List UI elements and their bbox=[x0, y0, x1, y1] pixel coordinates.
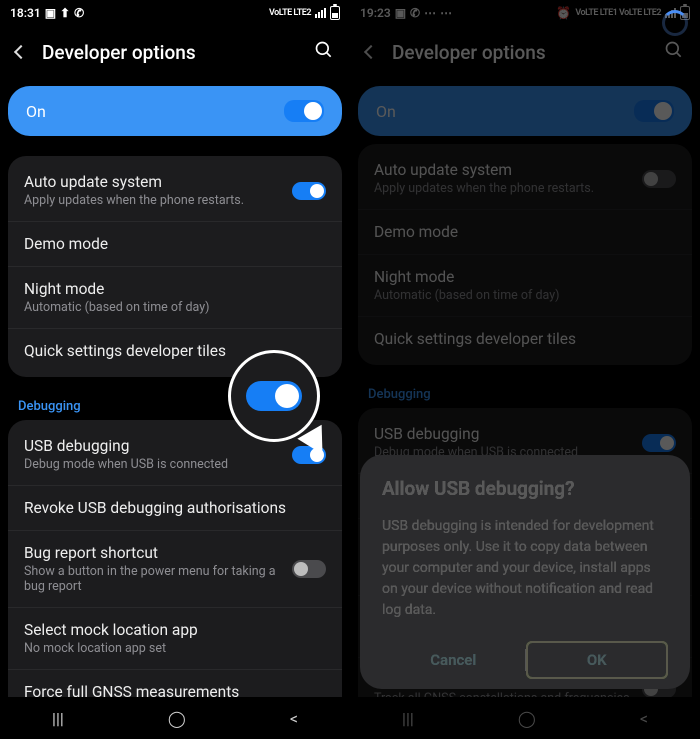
row-bug-report-shortcut[interactable]: Bug report shortcut Show a button in the… bbox=[8, 531, 342, 608]
row-label: Demo mode bbox=[24, 235, 318, 253]
settings-section-1: Auto update system Apply updates when th… bbox=[358, 144, 692, 365]
nav-home-icon[interactable]: ◯ bbox=[518, 709, 536, 728]
signal-icon bbox=[315, 8, 326, 18]
row-label: Quick settings developer tiles bbox=[374, 330, 668, 348]
cancel-button[interactable]: Cancel bbox=[382, 641, 525, 679]
status-bar: 19:23 ▣ ✆ ⋯ ⋯ ⏰ VoLTE LTE1 VoLTE LTE2 bbox=[350, 0, 700, 26]
back-icon[interactable] bbox=[14, 45, 28, 59]
toggle-auto-update[interactable] bbox=[642, 170, 676, 188]
loading-spinner-icon bbox=[662, 10, 688, 36]
row-sub: Apply updates when the phone restarts. bbox=[24, 193, 284, 208]
row-demo-mode[interactable]: Demo mode bbox=[8, 222, 342, 267]
page-title: Developer options bbox=[42, 41, 298, 64]
ok-button[interactable]: OK bbox=[526, 641, 669, 679]
network-label: VoLTE LTE2 bbox=[269, 8, 311, 18]
gallery-icon: ▣ bbox=[395, 6, 406, 20]
row-auto-update[interactable]: Auto update system Apply updates when th… bbox=[8, 160, 342, 222]
mms-icon: ⋯ bbox=[424, 6, 436, 20]
row-quick-settings-tiles[interactable]: Quick settings developer tiles bbox=[358, 317, 692, 361]
row-auto-update[interactable]: Auto update system Apply updates when th… bbox=[358, 148, 692, 210]
master-toggle-row[interactable]: On bbox=[8, 86, 342, 136]
master-toggle[interactable] bbox=[284, 100, 324, 122]
screenshot-left: 18:31 ▣ ⬆ ✆ VoLTE LTE2 Developer options… bbox=[0, 0, 350, 739]
status-time: 18:31 bbox=[10, 6, 41, 20]
row-label: Auto update system bbox=[24, 173, 284, 191]
row-sub: No mock location app set bbox=[24, 641, 318, 656]
section-heading-debugging: Debugging bbox=[350, 365, 700, 408]
whatsapp-icon: ✆ bbox=[74, 6, 84, 20]
row-label: Revoke USB debugging authorisations bbox=[24, 499, 318, 517]
row-label: Demo mode bbox=[374, 223, 668, 241]
row-label: Auto update system bbox=[374, 161, 634, 179]
dialog-actions: Cancel OK bbox=[382, 641, 668, 679]
dialog-body: USB debugging is intended for developmen… bbox=[382, 516, 668, 621]
nav-recents-icon[interactable]: ||| bbox=[52, 709, 64, 728]
row-label: Select mock location app bbox=[24, 621, 318, 639]
master-toggle-label: On bbox=[26, 102, 46, 121]
row-night-mode[interactable]: Night mode Automatic (based on time of d… bbox=[8, 267, 342, 329]
screenshot-right: 19:23 ▣ ✆ ⋯ ⋯ ⏰ VoLTE LTE1 VoLTE LTE2 De… bbox=[350, 0, 700, 739]
magnifier-callout bbox=[228, 350, 320, 442]
row-label: Night mode bbox=[24, 280, 318, 298]
header: Developer options bbox=[0, 26, 350, 82]
search-icon[interactable] bbox=[664, 40, 684, 64]
network-label: VoLTE LTE1 VoLTE LTE2 bbox=[575, 8, 661, 18]
nav-recents-icon[interactable]: ||| bbox=[402, 709, 414, 728]
usb-debugging-dialog: Allow USB debugging? USB debugging is in… bbox=[360, 455, 690, 689]
whatsapp-icon: ✆ bbox=[410, 6, 420, 20]
alarm-icon: ⏰ bbox=[556, 6, 571, 20]
battery-icon bbox=[330, 6, 340, 20]
toggle-auto-update[interactable] bbox=[292, 182, 326, 200]
row-mock-location[interactable]: Select mock location app No mock locatio… bbox=[8, 608, 342, 670]
status-time: 19:23 bbox=[360, 6, 391, 20]
row-demo-mode[interactable]: Demo mode bbox=[358, 210, 692, 255]
row-label: USB debugging bbox=[24, 437, 284, 455]
row-sub: Apply updates when the phone restarts. bbox=[374, 181, 634, 196]
master-toggle-label: On bbox=[376, 102, 396, 121]
nav-back-icon[interactable]: < bbox=[290, 709, 298, 728]
row-sub: Show a button in the power menu for taki… bbox=[24, 564, 284, 594]
more-icon: ⋯ bbox=[440, 6, 452, 20]
row-sub: Debug mode when USB is connected bbox=[24, 457, 284, 472]
upload-icon: ⬆ bbox=[60, 6, 70, 20]
callout-toggle bbox=[246, 381, 302, 411]
toggle-usb-debugging[interactable] bbox=[642, 434, 676, 452]
header: Developer options bbox=[350, 26, 700, 82]
back-icon[interactable] bbox=[364, 45, 378, 59]
gallery-icon: ▣ bbox=[45, 6, 56, 20]
row-label: USB debugging bbox=[374, 425, 634, 443]
page-title: Developer options bbox=[392, 41, 648, 64]
row-sub: Automatic (based on time of day) bbox=[24, 300, 318, 315]
nav-bar: ||| ◯ < bbox=[0, 697, 350, 739]
master-toggle[interactable] bbox=[634, 100, 674, 122]
row-night-mode[interactable]: Night mode Automatic (based on time of d… bbox=[358, 255, 692, 317]
toggle-bug-report[interactable] bbox=[292, 560, 326, 578]
row-revoke-usb[interactable]: Revoke USB debugging authorisations bbox=[8, 486, 342, 531]
row-sub: Automatic (based on time of day) bbox=[374, 288, 668, 303]
search-icon[interactable] bbox=[314, 40, 334, 64]
settings-section-2: USB debugging Debug mode when USB is con… bbox=[8, 420, 342, 718]
settings-section-1: Auto update system Apply updates when th… bbox=[8, 156, 342, 377]
dialog-title: Allow USB debugging? bbox=[382, 477, 668, 500]
status-bar: 18:31 ▣ ⬆ ✆ VoLTE LTE2 bbox=[0, 0, 350, 26]
nav-bar: ||| ◯ < bbox=[350, 697, 700, 739]
nav-home-icon[interactable]: ◯ bbox=[168, 709, 186, 728]
row-label: Bug report shortcut bbox=[24, 544, 284, 562]
nav-back-icon[interactable]: < bbox=[640, 709, 648, 728]
master-toggle-row[interactable]: On bbox=[358, 86, 692, 136]
row-label: Night mode bbox=[374, 268, 668, 286]
